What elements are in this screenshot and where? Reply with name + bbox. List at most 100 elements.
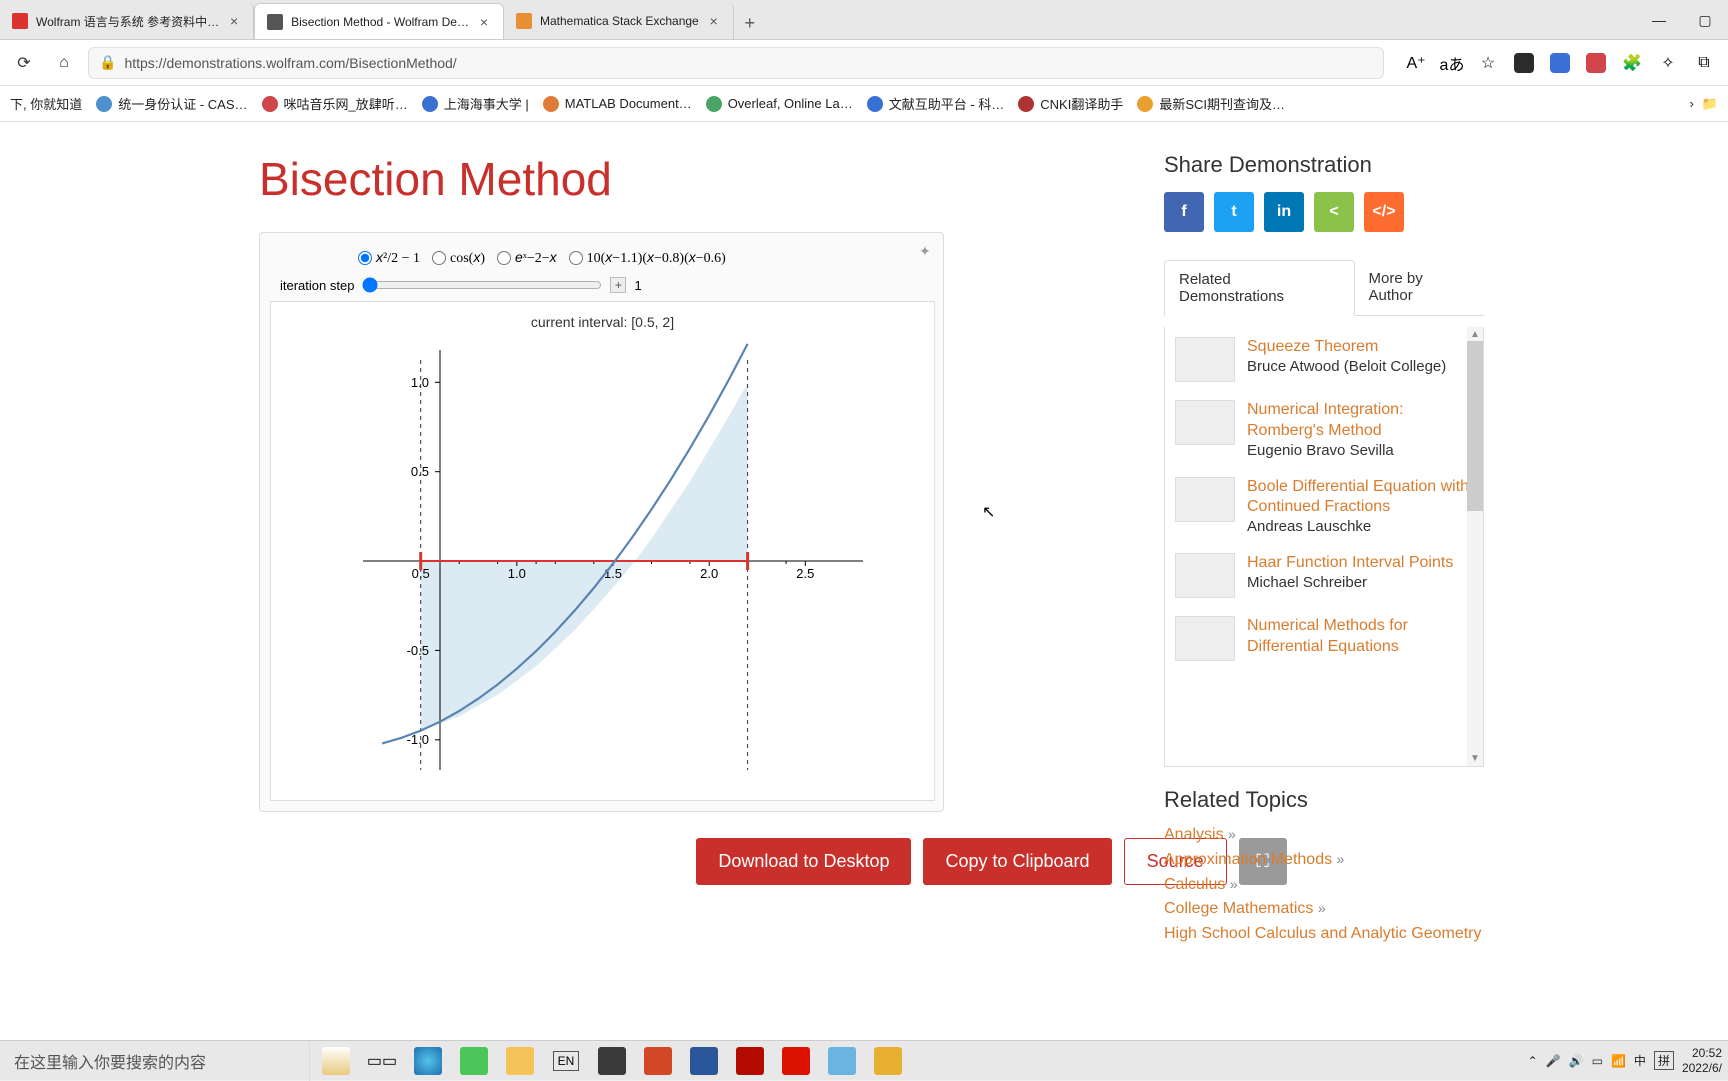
function-option-4[interactable]: 10(x−1.1)(x−0.8)(x−0.6) [569, 249, 726, 267]
bookmarks-folder-icon[interactable]: 📁 [1702, 96, 1718, 112]
taskbar-edge-icon[interactable] [406, 1041, 450, 1081]
taskbar-app-icon[interactable] [820, 1041, 864, 1081]
bookmark-1[interactable]: 统一身份认证 - CAS… [96, 94, 247, 113]
tray-clock[interactable]: 20:52 2022/6/ [1682, 1046, 1722, 1075]
ext-icon-1[interactable] [1508, 47, 1540, 79]
related-item[interactable]: Numerical Methods for Differential Equat… [1175, 616, 1473, 661]
download-button[interactable]: Download to Desktop [696, 838, 911, 885]
taskbar-lang-icon[interactable]: EN [544, 1041, 588, 1081]
slider-label: iteration step [280, 278, 354, 293]
related-thumb [1175, 337, 1235, 382]
taskbar-pdf-icon[interactable] [866, 1041, 910, 1081]
related-item[interactable]: Squeeze Theorem Bruce Atwood (Beloit Col… [1175, 337, 1473, 382]
taskbar-mathematica-icon[interactable] [774, 1041, 818, 1081]
related-item[interactable]: Haar Function Interval Points Michael Sc… [1175, 553, 1473, 598]
svg-text:2.0: 2.0 [700, 566, 718, 581]
topic-link[interactable]: Approximation Methods » [1164, 851, 1344, 868]
related-thumb [1175, 553, 1235, 598]
extensions-icon[interactable]: 🧩 [1616, 47, 1648, 79]
iteration-slider[interactable] [362, 277, 602, 293]
tray-volume-icon[interactable]: 🔊 [1569, 1054, 1584, 1068]
share-twitter[interactable]: t [1214, 192, 1254, 232]
cursor-icon: ↖ [982, 502, 995, 522]
topic-link[interactable]: High School Calculus and Analytic Geomet… [1164, 925, 1482, 942]
topic-link[interactable]: College Mathematics » [1164, 900, 1326, 917]
tray-battery-icon[interactable]: ▭ [1592, 1054, 1603, 1068]
bookmark-2[interactable]: 咪咕音乐网_放肆听… [262, 94, 408, 113]
taskbar-powerpoint-icon[interactable] [636, 1041, 680, 1081]
bookmark-3[interactable]: 上海海事大学 | [422, 94, 529, 113]
panel-expand-icon[interactable]: ✦ [919, 243, 933, 257]
bookmarks-overflow-icon[interactable]: › [1689, 96, 1693, 112]
bookmark-favicon [422, 96, 438, 112]
window-minimize[interactable]: — [1636, 0, 1682, 40]
address-bar[interactable]: 🔒 https://demonstrations.wolfram.com/Bis… [88, 47, 1384, 79]
bookmark-5[interactable]: Overleaf, Online La… [706, 96, 853, 112]
bookmark-6[interactable]: 文献互助平台 - 科… [867, 94, 1005, 113]
slider-plus-icon[interactable]: + [610, 277, 626, 293]
taskbar-sublime-icon[interactable] [590, 1041, 634, 1081]
function-option-2[interactable]: cos(x) [432, 249, 485, 267]
taskbar-wechat-icon[interactable] [452, 1041, 496, 1081]
window-maximize[interactable]: ▢ [1682, 0, 1728, 40]
topic-link[interactable]: Calculus » [1164, 876, 1238, 893]
tab-more-by-author[interactable]: More by Author [1355, 260, 1484, 315]
page-title: Bisection Method [259, 152, 1724, 206]
related-item[interactable]: Boole Differential Equation with Continu… [1175, 477, 1473, 536]
reload-icon[interactable]: ⟳ [8, 47, 40, 79]
radio-4[interactable] [569, 251, 583, 265]
collections-icon[interactable]: ✧ [1652, 47, 1684, 79]
scroll-thumb[interactable] [1467, 341, 1483, 511]
taskbar-search[interactable]: 在这里输入你要搜索的内容 [0, 1041, 310, 1081]
demonstration-panel: ✦ x²/2 − 1 cos(x) eˣ−2−x 10(x−1.1)(x−0.8… [259, 232, 944, 812]
function-option-3[interactable]: eˣ−2−x [497, 249, 557, 267]
radio-3[interactable] [497, 251, 511, 265]
bookmark-0[interactable]: 下, 你就知道 [10, 94, 82, 113]
browser-tab-2[interactable]: Mathematica Stack Exchange × [504, 3, 734, 39]
scroll-up-icon[interactable]: ▲ [1470, 329, 1480, 340]
tab-favicon [12, 13, 28, 29]
related-thumb [1175, 477, 1235, 522]
ext-icon-2[interactable] [1544, 47, 1576, 79]
related-item[interactable]: Numerical Integration: Romberg's Method … [1175, 400, 1473, 459]
topics-heading: Related Topics [1164, 787, 1484, 813]
favorites-icon[interactable]: ☆ [1472, 47, 1504, 79]
related-scrollbar[interactable]: ▲ ▼ [1467, 327, 1483, 766]
share-linkedin[interactable]: in [1264, 192, 1304, 232]
taskbar-cortana-icon[interactable] [314, 1041, 358, 1081]
ext-icon-3[interactable] [1580, 47, 1612, 79]
bookmark-4[interactable]: MATLAB Document… [543, 96, 692, 112]
taskbar-taskview-icon[interactable]: ▭▭ [360, 1041, 404, 1081]
reader-mode-icon[interactable]: A⁺ [1400, 47, 1432, 79]
svg-text:1.0: 1.0 [507, 566, 525, 581]
copy-button[interactable]: Copy to Clipboard [923, 838, 1111, 885]
tab-close-icon[interactable]: × [477, 15, 491, 29]
share-embed[interactable]: </> [1364, 192, 1404, 232]
share-more[interactable]: < [1314, 192, 1354, 232]
scroll-down-icon[interactable]: ▼ [1470, 753, 1480, 764]
function-option-1[interactable]: x²/2 − 1 [358, 249, 420, 267]
tray-chevron-icon[interactable]: ⌃ [1528, 1054, 1538, 1068]
tray-mic-icon[interactable]: 🎤 [1546, 1054, 1561, 1068]
tray-ime1[interactable]: 中 [1634, 1052, 1646, 1069]
browser-tab-1[interactable]: Bisection Method - Wolfram De… × [254, 3, 504, 39]
bookmark-7[interactable]: CNKI翻译助手 [1018, 94, 1123, 113]
browser-tab-0[interactable]: Wolfram 语言与系统 参考资料中… × [0, 3, 254, 39]
tab-close-icon[interactable]: × [227, 14, 241, 28]
tray-wifi-icon[interactable]: 📶 [1611, 1054, 1626, 1068]
taskbar-explorer-icon[interactable] [498, 1041, 542, 1081]
tab-related[interactable]: Related Demonstrations [1164, 260, 1355, 316]
radio-2[interactable] [432, 251, 446, 265]
taskbar-acrobat-icon[interactable] [728, 1041, 772, 1081]
new-tab-button[interactable]: + [734, 7, 766, 39]
radio-1[interactable] [358, 251, 372, 265]
collections2-icon[interactable]: ⧉ [1688, 47, 1720, 79]
tray-ime2[interactable]: 拼 [1654, 1051, 1674, 1070]
bookmark-8[interactable]: 最新SCI期刊查询及… [1137, 94, 1285, 113]
taskbar-word-icon[interactable] [682, 1041, 726, 1081]
share-facebook[interactable]: f [1164, 192, 1204, 232]
topic-link[interactable]: Analysis » [1164, 826, 1236, 843]
home-icon[interactable]: ⌂ [48, 47, 80, 79]
translate-icon[interactable]: aあ [1436, 47, 1468, 79]
tab-close-icon[interactable]: × [707, 14, 721, 28]
